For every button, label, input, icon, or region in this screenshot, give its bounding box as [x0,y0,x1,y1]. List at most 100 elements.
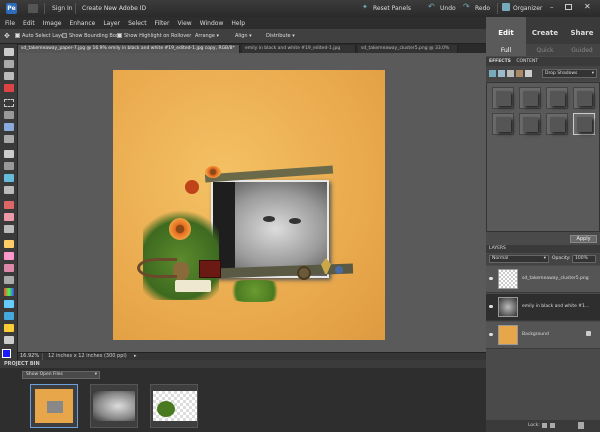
eye-icon[interactable] [489,277,493,280]
doc-tab-cluster[interactable]: sd_takemeaway_cluster5.png @ 33.0% [358,45,458,53]
effects-category-select[interactable]: Drop Shadows ▾ [542,69,597,78]
menu-filter[interactable]: Filter [155,20,170,27]
layer-row-emily[interactable]: emily in black and white #1... [486,294,600,321]
crop-tool-icon[interactable] [4,162,14,170]
workspace-menu-icon[interactable] [28,4,38,13]
organizer-button[interactable]: Organizer [513,5,542,12]
undo-button[interactable]: Undo [440,5,456,12]
create-adobe-id-link[interactable]: Create New Adobe ID [82,5,146,12]
effect-thumb[interactable] [519,113,541,135]
menu-image[interactable]: Image [43,20,62,27]
effect-thumb[interactable] [492,113,514,135]
pencil-tool-icon[interactable] [4,336,14,344]
blend-mode-select[interactable]: Normal ▾ [489,255,549,263]
marquee-tool-icon[interactable] [4,99,14,107]
menu-window[interactable]: Window [200,20,224,27]
paint-bucket-tool-icon[interactable] [4,276,14,284]
align-dropdown[interactable]: Align ▾ [235,33,252,39]
gradient-tool-icon[interactable] [4,288,14,296]
menu-view[interactable]: View [177,20,191,27]
effect-thumb[interactable] [546,113,568,135]
effect-thumb[interactable] [573,87,595,109]
lasso-tool-icon[interactable] [4,111,14,119]
tab-create[interactable]: Create [526,17,564,44]
filters-icon[interactable] [489,70,496,77]
doc-tab-emily[interactable]: emily in black and white #19_edited-1.jp… [242,45,356,53]
menu-enhance[interactable]: Enhance [69,20,95,27]
reset-icon: ✦ [362,3,368,11]
eye-icon[interactable] [489,333,493,336]
menu-edit[interactable]: Edit [23,20,35,27]
maximize-icon[interactable] [565,4,572,10]
canvas-document[interactable] [113,70,385,340]
type-tool-icon[interactable] [4,150,14,158]
move-tool-icon[interactable] [4,48,14,56]
quick-selection-tool-icon[interactable] [4,135,14,143]
zoom-readout[interactable]: 16.92% [20,353,39,359]
lock-transparent-icon[interactable] [542,423,547,428]
effect-thumb-selected[interactable] [573,113,595,135]
redo-button[interactable]: Redo [475,5,490,12]
reset-panels-button[interactable]: Reset Panels [373,5,411,12]
menu-help[interactable]: Help [231,20,245,27]
styles-icon[interactable] [498,70,505,77]
eraser-tool-icon[interactable] [4,240,14,248]
menu-select[interactable]: Select [128,20,147,27]
straighten-tool-icon[interactable] [4,186,14,194]
project-bin-filter[interactable]: Show Open Files ▾ [22,371,100,379]
lock-all-icon[interactable] [550,423,555,428]
zoom-tool-icon[interactable] [4,60,14,68]
cookie-cutter-tool-icon[interactable] [4,174,14,182]
favorites-icon[interactable] [516,70,523,77]
trash-icon[interactable] [578,422,584,429]
healing-brush-tool-icon[interactable] [4,213,14,221]
magic-wand-tool-icon[interactable] [4,123,14,131]
doc-tab-paper[interactable]: sd_takemeaway_paper-7.jpg @ 16.9% emily … [18,45,240,53]
brush-tool-icon[interactable] [4,252,14,260]
status-menu-arrow[interactable]: ▸ [134,353,137,359]
red-eye-tool-icon[interactable] [4,201,14,209]
auto-select-checkbox[interactable]: Auto Select Layer [15,33,66,39]
effect-thumb[interactable] [492,87,514,109]
blur-tool-icon[interactable] [4,312,14,320]
tab-content[interactable]: CONTENT [516,59,538,64]
smart-brush-tool-icon[interactable] [4,264,14,272]
photo-box [199,260,221,278]
eyedropper-tool-icon[interactable] [4,84,14,92]
hand-tool-icon[interactable] [4,72,14,80]
shape-tool-icon[interactable] [4,300,14,308]
tab-quick[interactable]: Quick [526,44,564,56]
foreground-color-swatch[interactable] [2,349,11,358]
tab-guided[interactable]: Guided [564,44,600,56]
opacity-input[interactable]: 100% [572,255,596,263]
layer-row-cluster[interactable]: sd_takemeaway_cluster5.png [486,266,600,293]
layer-row-background[interactable]: Background [486,322,600,349]
eye-icon[interactable] [489,305,493,308]
effect-thumb[interactable] [546,87,568,109]
menu-layer[interactable]: Layer [103,20,120,27]
menu-file[interactable]: File [5,20,15,27]
app-logo-icon: Pe [6,3,17,14]
sign-in-link[interactable]: Sign In [52,5,73,12]
tab-full[interactable]: Full [486,44,526,56]
arrange-dropdown[interactable]: Arrange ▾ [195,33,219,39]
effect-thumb[interactable] [519,87,541,109]
bin-thumb-cluster[interactable] [150,384,198,428]
photo-effects-icon[interactable] [507,70,514,77]
undo-icon: ↶ [428,2,435,11]
close-icon[interactable]: ✕ [584,2,591,11]
minimize-icon[interactable]: – [550,3,554,11]
tab-effects[interactable]: EFFECTS [489,59,511,64]
all-icon[interactable] [525,70,532,77]
wire-swirl [137,258,177,278]
apply-button[interactable]: Apply [570,235,597,243]
highlight-checkbox[interactable]: Show Highlight on Rollover [117,33,191,39]
tab-share[interactable]: Share [564,17,600,44]
bounding-box-checkbox[interactable]: Show Bounding Box [62,33,119,39]
sponge-tool-icon[interactable] [4,324,14,332]
distribute-dropdown[interactable]: Distribute ▾ [266,33,295,39]
tab-edit[interactable]: Edit [486,17,526,44]
bin-thumb-emily[interactable] [90,384,138,428]
clone-stamp-tool-icon[interactable] [4,225,14,233]
bin-thumb-paper[interactable] [30,384,78,428]
